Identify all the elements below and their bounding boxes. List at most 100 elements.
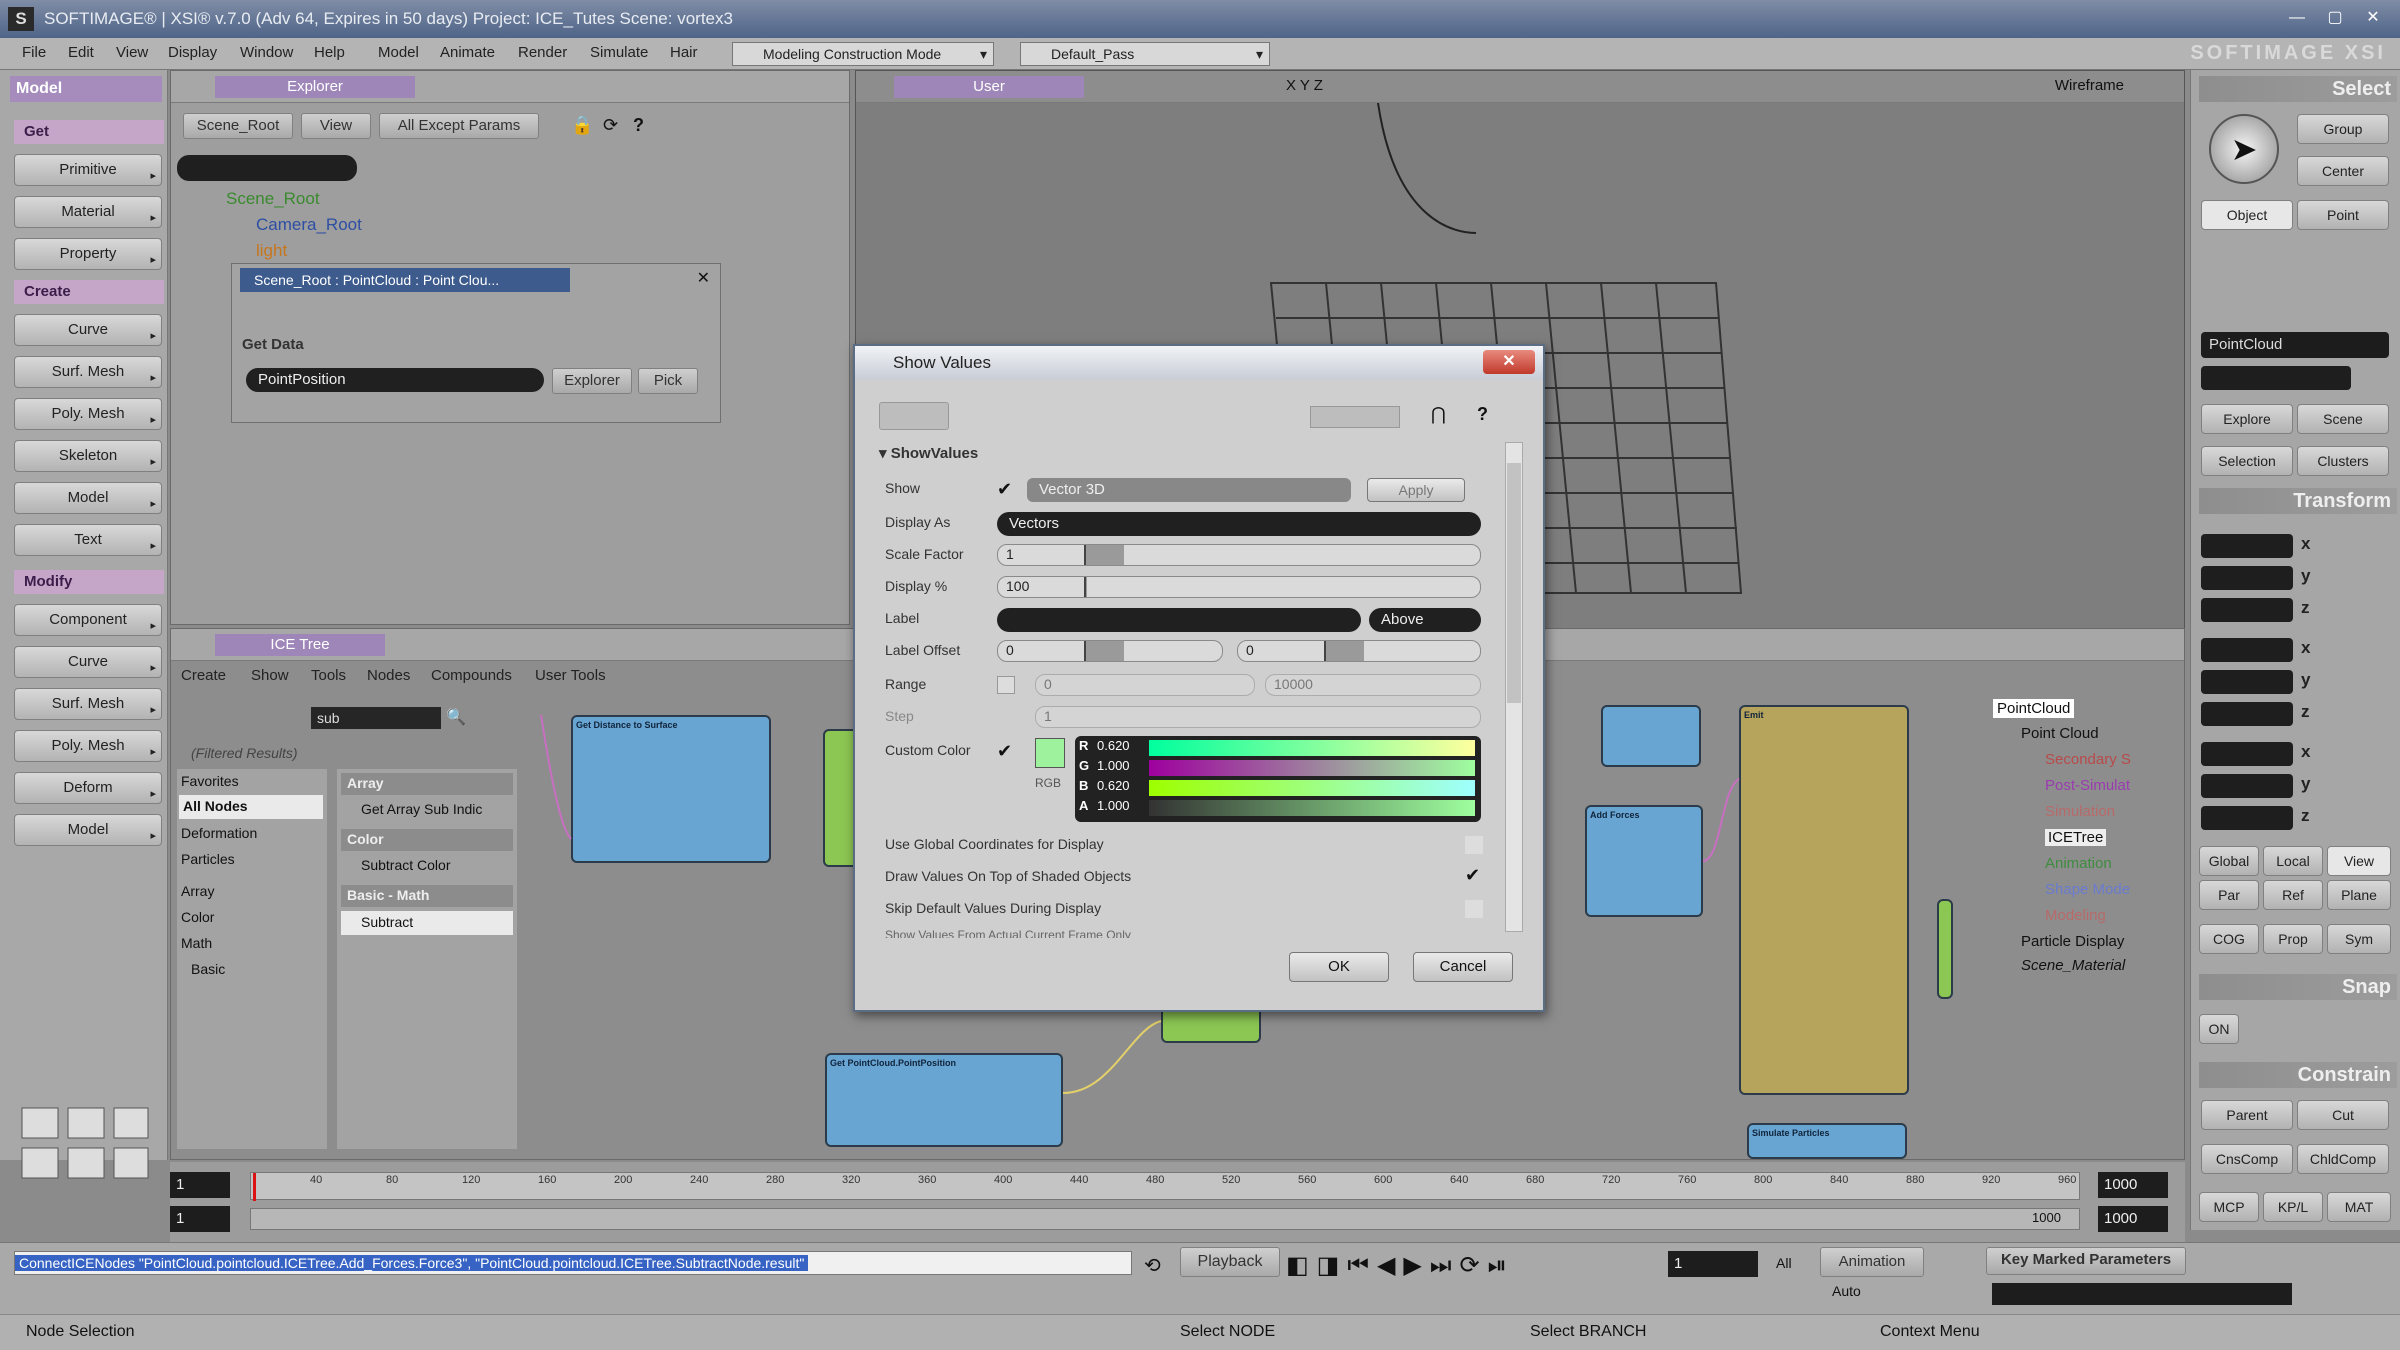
menu-animate[interactable]: Animate xyxy=(440,44,495,61)
clusters-button[interactable]: Clusters xyxy=(2297,446,2389,476)
animation-button[interactable]: Animation xyxy=(1820,1247,1924,1277)
snap-on-button[interactable]: ON xyxy=(2199,1014,2239,1044)
translate-z-field[interactable] xyxy=(2201,806,2293,830)
scenetree-particle-display[interactable]: Particle Display xyxy=(2021,933,2124,950)
show-type-field[interactable]: Vector 3D xyxy=(1027,478,1351,502)
menu-file[interactable]: File xyxy=(22,44,46,61)
scale-z-field[interactable] xyxy=(2201,598,2293,622)
dialog-lock-icon[interactable]: ⋂ xyxy=(1431,404,1446,425)
lock-icon[interactable]: 🔒 xyxy=(571,115,593,136)
dialog-scrollbar[interactable] xyxy=(1505,442,1523,932)
g-value[interactable]: 1.000 xyxy=(1097,758,1130,773)
component-button[interactable]: Component xyxy=(14,604,162,641)
tree-item-light[interactable]: light xyxy=(256,241,287,261)
deform-button[interactable]: Deform xyxy=(14,772,162,809)
range-checkbox[interactable] xyxy=(997,676,1015,694)
sym-button[interactable]: Sym xyxy=(2327,924,2391,954)
scale-y-field[interactable] xyxy=(2201,566,2293,590)
range-end-field[interactable]: 1000 xyxy=(2098,1206,2168,1232)
scale-x-field[interactable] xyxy=(2201,534,2293,558)
par-button[interactable]: Par xyxy=(2199,880,2259,910)
menu-help[interactable]: Help xyxy=(314,44,345,61)
label-offset-x-slider[interactable]: 0 xyxy=(997,640,1223,662)
explorer-search-field[interactable] xyxy=(177,155,357,181)
mat-button[interactable]: MAT xyxy=(2327,1192,2391,1222)
global-coords-checkbox[interactable] xyxy=(1465,836,1483,854)
model-button[interactable]: Model xyxy=(14,482,162,519)
surf-mesh-button[interactable]: Surf. Mesh xyxy=(14,356,162,393)
explorer-title[interactable]: Explorer xyxy=(215,76,415,98)
playback-button[interactable]: Playback xyxy=(1180,1247,1280,1277)
minimize-icon[interactable]: — xyxy=(2282,6,2312,30)
scenetree-point-cloud[interactable]: Point Cloud xyxy=(2021,725,2099,742)
playback-frame-field[interactable]: 1 xyxy=(1668,1251,1758,1277)
getdata-explorer-button[interactable]: Explorer xyxy=(552,368,632,394)
modify-surf-mesh-button[interactable]: Surf. Mesh xyxy=(14,688,162,725)
a-value[interactable]: 1.000 xyxy=(1097,798,1130,813)
scenetree-shape-modeling[interactable]: Shape Mode xyxy=(2045,881,2130,898)
command-line-input[interactable]: ConnectICENodes "PointCloud.pointcloud.I… xyxy=(14,1251,1132,1275)
script-editor-icon[interactable]: ⟲ xyxy=(1144,1253,1161,1278)
custom-color-checkbox[interactable]: ✔ xyxy=(997,742,1015,760)
scenetree-pointcloud[interactable]: PointCloud xyxy=(1993,699,2075,718)
range-slider[interactable] xyxy=(250,1208,2080,1230)
scenetree-scene-material[interactable]: Scene_Material xyxy=(2021,957,2125,974)
key-param-field[interactable] xyxy=(1992,1283,2292,1305)
menu-view[interactable]: View xyxy=(116,44,148,61)
getdata-pick-button[interactable]: Pick xyxy=(638,368,698,394)
display-pct-thumb[interactable] xyxy=(1084,577,1087,597)
pass-select[interactable]: Default_Pass xyxy=(1020,42,1270,66)
kpl-button[interactable]: KP/L xyxy=(2263,1192,2323,1222)
rotate-z-field[interactable] xyxy=(2201,702,2293,726)
label-offset-y-thumb[interactable] xyxy=(1324,641,1364,661)
b-slider[interactable] xyxy=(1149,780,1475,796)
scenetree-post-simulation[interactable]: Post-Simulat xyxy=(2045,777,2130,794)
label-field[interactable] xyxy=(997,608,1361,632)
label-offset-x-thumb[interactable] xyxy=(1084,641,1124,661)
scenetree-secondary[interactable]: Secondary S xyxy=(2045,751,2131,768)
maximize-icon[interactable]: ▢ xyxy=(2320,6,2350,30)
cog-button[interactable]: COG xyxy=(2199,924,2259,954)
r-slider[interactable] xyxy=(1149,740,1475,756)
mcp-button[interactable]: MCP xyxy=(2199,1192,2259,1222)
g-slider[interactable] xyxy=(1149,760,1475,776)
plane-button[interactable]: Plane xyxy=(2327,880,2391,910)
display-pct-slider[interactable]: 100 xyxy=(997,576,1481,598)
show-checkbox[interactable]: ✔ xyxy=(997,480,1015,498)
dialog-close-button[interactable]: ✕ xyxy=(1483,350,1535,374)
all-label[interactable]: All xyxy=(1776,1255,1792,1271)
display-mode-label[interactable]: Wireframe xyxy=(2055,77,2124,94)
object-button[interactable]: Object xyxy=(2201,200,2293,230)
global-button[interactable]: Global xyxy=(2199,846,2259,876)
key-marked-params-button[interactable]: Key Marked Parameters xyxy=(1986,1247,2186,1275)
display-as-select[interactable]: Vectors xyxy=(997,512,1481,536)
current-frame-field[interactable]: 1 xyxy=(170,1206,230,1232)
scenetree-modeling[interactable]: Modeling xyxy=(2045,907,2106,924)
cut-button[interactable]: Cut xyxy=(2297,1100,2389,1130)
modify-curve-button[interactable]: Curve xyxy=(14,646,162,683)
menu-render[interactable]: Render xyxy=(518,44,567,61)
ok-button[interactable]: OK xyxy=(1289,952,1389,982)
label-position-select[interactable]: Above xyxy=(1369,608,1481,632)
r-value[interactable]: 0.620 xyxy=(1097,738,1130,753)
ref-button[interactable]: Ref xyxy=(2263,880,2323,910)
step-slider[interactable]: 1 xyxy=(1035,706,1481,728)
layout-icons[interactable] xyxy=(20,1106,150,1184)
poly-mesh-button[interactable]: Poly. Mesh xyxy=(14,398,162,435)
construction-mode-select[interactable]: Modeling Construction Mode xyxy=(732,42,994,66)
menu-model[interactable]: Model xyxy=(378,44,419,61)
center-button[interactable]: Center xyxy=(2297,156,2389,186)
filter-button[interactable]: All Except Params xyxy=(379,113,539,139)
explore-button[interactable]: Explore xyxy=(2201,404,2293,434)
auto-key-label[interactable]: Auto xyxy=(1832,1283,1861,1299)
range-max-slider[interactable]: 10000 xyxy=(1265,674,1481,696)
local-button[interactable]: Local xyxy=(2263,846,2323,876)
getdata-value-field[interactable]: PointPosition xyxy=(246,368,544,392)
refresh-icon[interactable]: ⟳ xyxy=(603,115,618,136)
menu-display[interactable]: Display xyxy=(168,44,217,61)
apply-button[interactable]: Apply xyxy=(1367,478,1465,502)
skip-default-checkbox[interactable] xyxy=(1465,900,1483,918)
axes-label[interactable]: X Y Z xyxy=(1286,77,1323,94)
close-icon[interactable]: ✕ xyxy=(2358,6,2388,30)
scope-button[interactable]: Scene_Root xyxy=(183,113,293,139)
